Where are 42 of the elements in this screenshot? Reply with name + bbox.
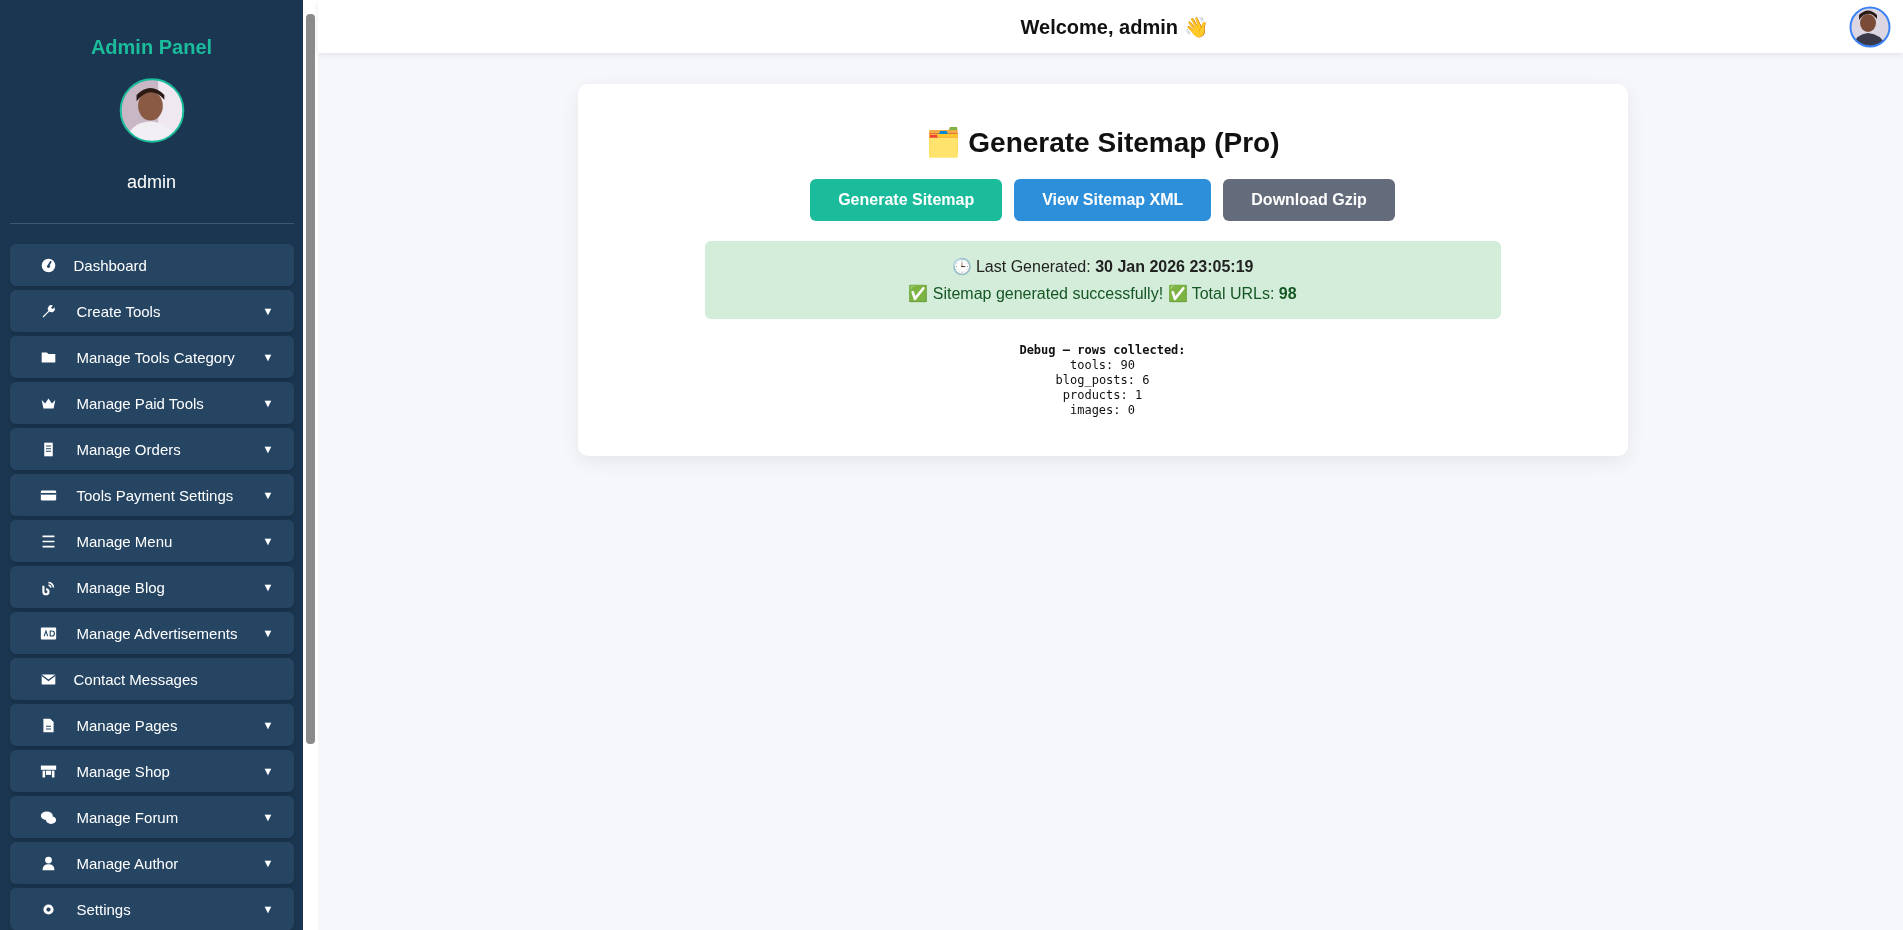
sidebar-username: admin bbox=[127, 172, 176, 193]
sidebar-item[interactable]: Manage Pages ▼ bbox=[9, 704, 294, 746]
dropdown-arrow-icon: ▼ bbox=[262, 443, 274, 455]
sidebar-item[interactable]: Manage Blog ▼ bbox=[9, 566, 294, 608]
gauge-icon bbox=[39, 256, 57, 274]
scrollbar[interactable] bbox=[303, 0, 318, 930]
sidebar-item[interactable]: Tools Payment Settings ▼ bbox=[9, 474, 294, 516]
debug-line: products: 1 bbox=[1062, 388, 1143, 403]
last-generated-text: 🕒 Last Generated: 30 Jan 2026 23:05:19 bbox=[951, 257, 1254, 276]
sidebar-item[interactable]: Settings ▼ bbox=[9, 888, 294, 930]
dropdown-arrow-icon: ▼ bbox=[262, 351, 274, 363]
sidebar-item[interactable]: Manage Advertisements ▼ bbox=[9, 612, 294, 654]
card-title: 🗂 Generate Sitemap (Pro) bbox=[925, 126, 1280, 159]
sidebar-item[interactable]: Contact Messages bbox=[9, 658, 294, 700]
sidebar-item[interactable]: Create Tools ▼ bbox=[9, 290, 294, 332]
dropdown-arrow-icon: ▼ bbox=[262, 489, 274, 501]
debug-line: tools: 90 bbox=[1069, 358, 1135, 373]
sidebar-item[interactable]: Manage Forum ▼ bbox=[9, 796, 294, 838]
sidebar-item[interactable]: Manage Paid Tools ▼ bbox=[9, 382, 294, 424]
welcome-heading: Welcome, admin 👋 bbox=[1020, 14, 1209, 39]
dropdown-arrow-icon: ▼ bbox=[262, 397, 274, 409]
dropdown-arrow-icon: ▼ bbox=[262, 903, 274, 915]
dropdown-arrow-icon: ▼ bbox=[262, 581, 274, 593]
action-button[interactable]: Download Gzip bbox=[1223, 179, 1395, 221]
success-message: ✅ Sitemap generated successfully! ✅ Total URLs: 98 bbox=[908, 284, 1297, 303]
debug-line: images: 0 bbox=[1069, 403, 1135, 418]
debug-heading: Debug — rows collected: bbox=[1019, 343, 1186, 358]
sidebar-item[interactable]: Manage Shop ▼ bbox=[9, 750, 294, 792]
sidebar-item[interactable]: Dashboard bbox=[9, 244, 294, 286]
dropdown-arrow-icon: ▼ bbox=[262, 719, 274, 731]
dropdown-arrow-icon: ▼ bbox=[262, 535, 274, 547]
dropdown-arrow-icon: ▼ bbox=[262, 627, 274, 639]
dropdown-arrow-icon: ▼ bbox=[262, 765, 274, 777]
dropdown-arrow-icon: ▼ bbox=[262, 857, 274, 869]
sidebar-item[interactable]: Manage Menu ▼ bbox=[9, 520, 294, 562]
dropdown-arrow-icon: ▼ bbox=[262, 305, 274, 317]
debug-line: blog_posts: 6 bbox=[1055, 373, 1150, 388]
dropdown-arrow-icon: ▼ bbox=[262, 811, 274, 823]
sidebar-item[interactable]: Manage Author ▼ bbox=[9, 842, 294, 884]
sidebar-title: Admin Panel bbox=[90, 36, 213, 59]
sidebar-item[interactable]: Manage Tools Category ▼ bbox=[9, 336, 294, 378]
sidebar-item[interactable]: Manage Orders ▼ bbox=[9, 428, 294, 470]
